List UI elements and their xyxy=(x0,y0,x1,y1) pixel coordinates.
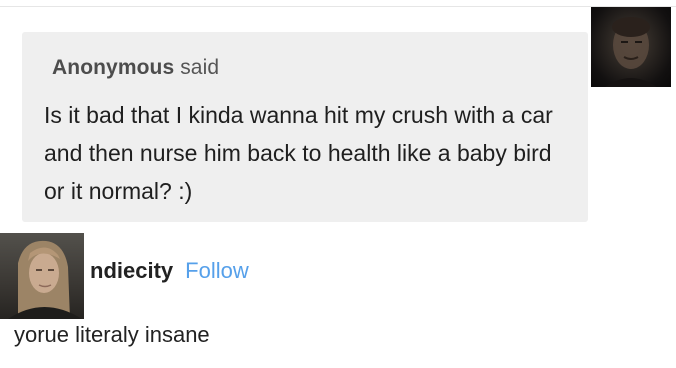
asker-avatar[interactable] xyxy=(591,7,671,87)
asker-verb: said xyxy=(180,56,220,79)
asker-name: Anonymous xyxy=(52,56,175,79)
top-divider xyxy=(0,6,676,7)
answer-header: ndiecity Follow xyxy=(90,258,249,284)
answerer-avatar-photo-icon xyxy=(8,240,82,319)
answerer-avatar[interactable] xyxy=(0,233,84,319)
follow-button[interactable]: Follow xyxy=(185,258,249,283)
ask-box: Anonymous said Is it bad that I kinda wa… xyxy=(22,32,588,222)
ask-header: Anonymous said xyxy=(52,56,219,80)
ask-question: Is it bad that I kinda wanna hit my crus… xyxy=(44,102,553,204)
answer-text: yorue literaly insane xyxy=(14,322,210,347)
answerer-username[interactable]: ndiecity xyxy=(90,258,173,283)
asker-avatar-photo-icon xyxy=(605,17,657,87)
